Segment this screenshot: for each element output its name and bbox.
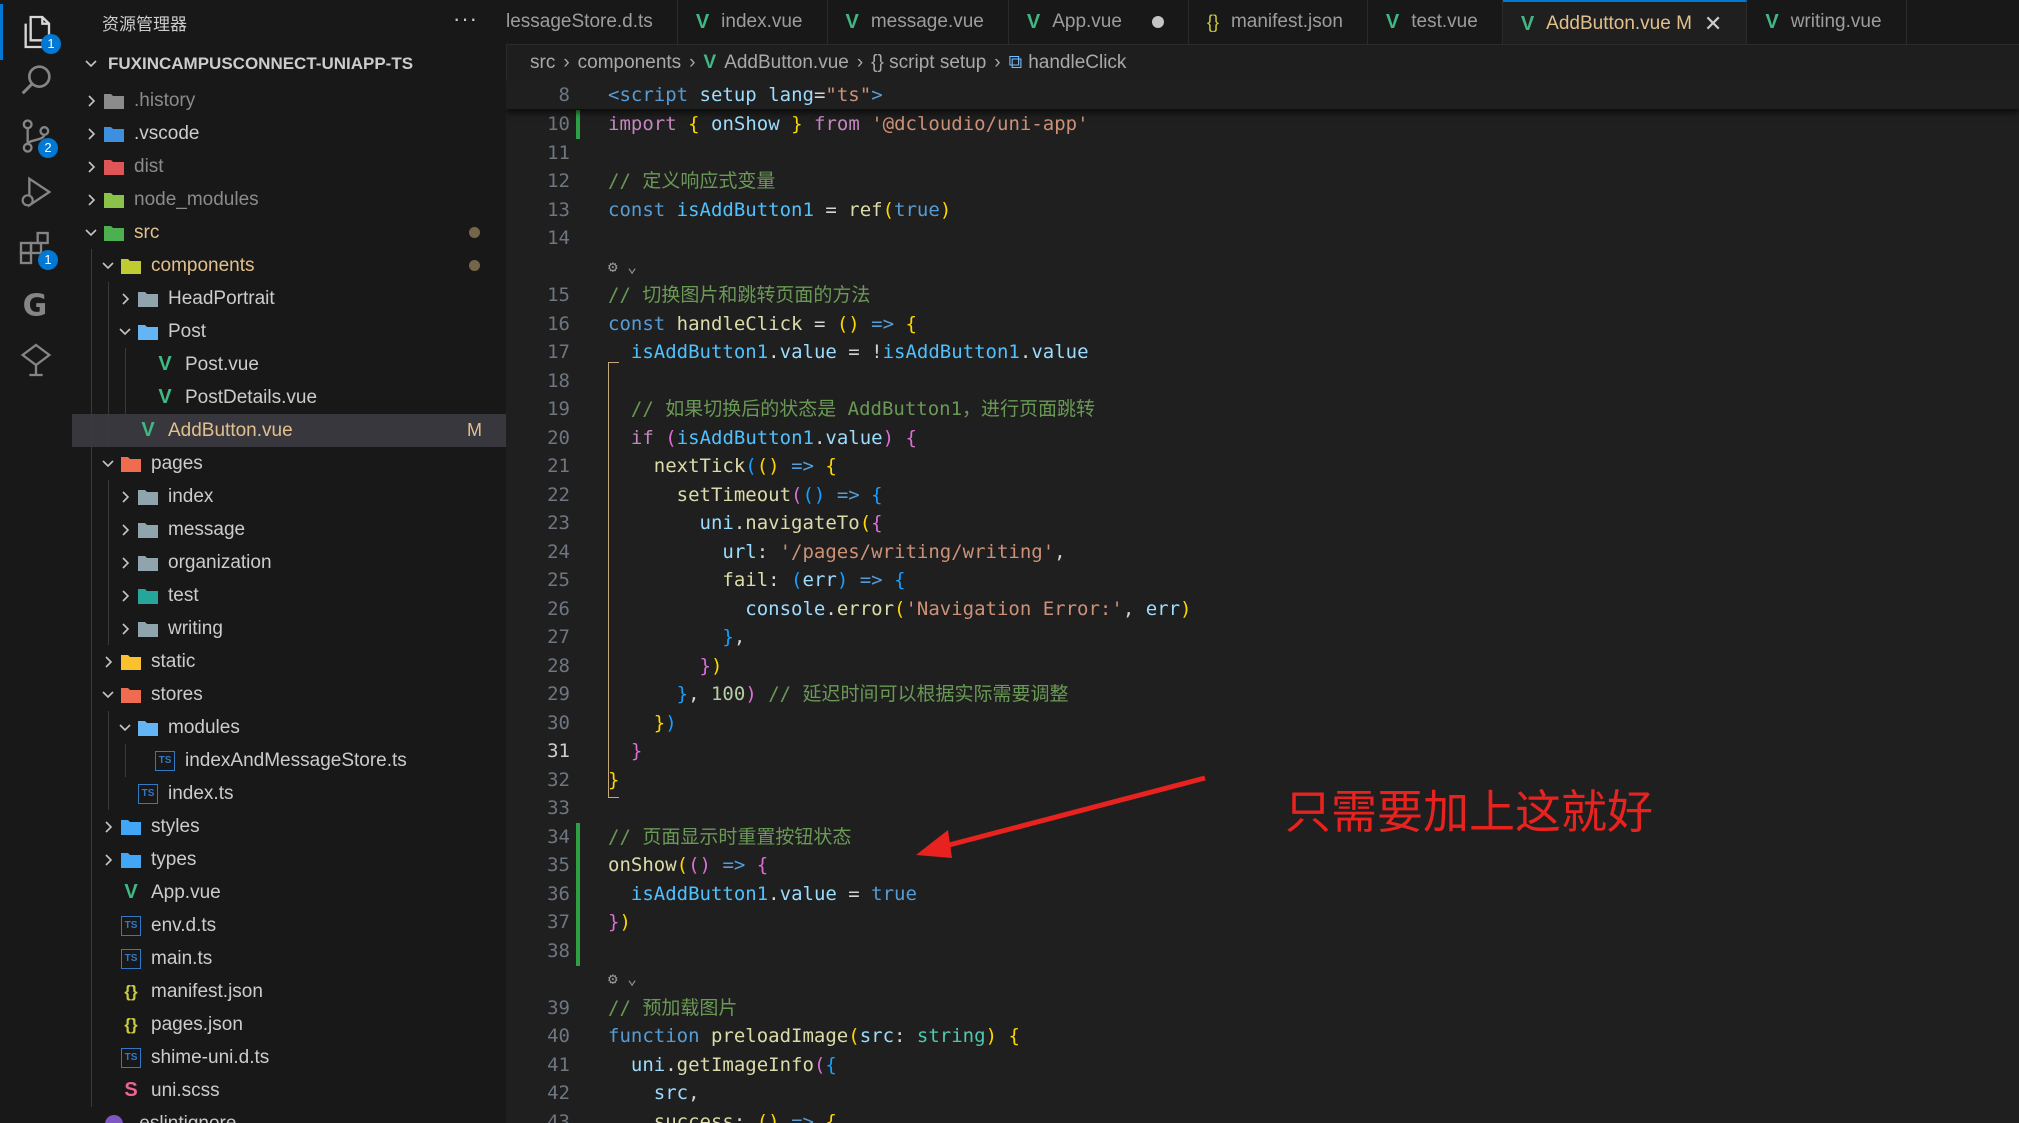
annotation-arrow (916, 775, 1206, 858)
annotation-text: 只需要加上这就好 (1285, 785, 1653, 839)
